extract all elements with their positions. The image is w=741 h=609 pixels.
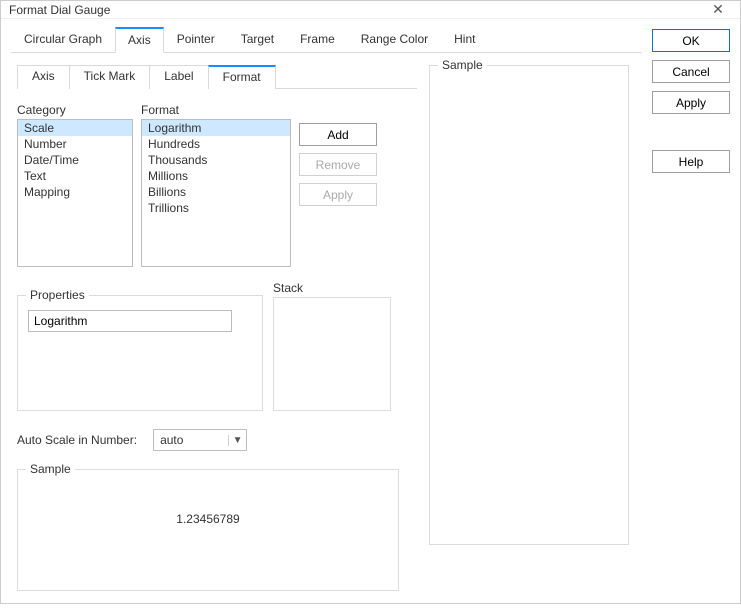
- sample-right-group: Sample: [429, 65, 629, 545]
- tab-axis[interactable]: Axis: [115, 27, 164, 53]
- list-item[interactable]: Millions: [142, 168, 290, 184]
- tab-circular-graph[interactable]: Circular Graph: [11, 27, 115, 52]
- stack-label: Stack: [273, 281, 391, 295]
- tab-content: AxisTick MarkLabelFormat Category ScaleN…: [11, 53, 642, 597]
- properties-input[interactable]: [28, 310, 232, 332]
- help-button[interactable]: Help: [652, 150, 730, 173]
- tab-target[interactable]: Target: [228, 27, 287, 52]
- tab-range-color[interactable]: Range Color: [348, 27, 441, 52]
- close-icon[interactable]: ✕: [704, 1, 732, 18]
- category-label: Category: [17, 103, 133, 117]
- format-label: Format: [141, 103, 291, 117]
- subtab-format[interactable]: Format: [208, 65, 276, 89]
- sample-right-legend: Sample: [438, 58, 487, 72]
- format-listbox[interactable]: LogarithmHundredsThousandsMillionsBillio…: [141, 119, 291, 267]
- chevron-down-icon: ▼: [228, 435, 246, 446]
- apply-button[interactable]: Apply: [652, 91, 730, 114]
- stack-listbox[interactable]: [273, 297, 391, 411]
- sub-tab-strip: AxisTick MarkLabelFormat: [17, 65, 417, 89]
- list-item[interactable]: Date/Time: [18, 152, 132, 168]
- auto-scale-label: Auto Scale in Number:: [17, 433, 137, 447]
- list-item[interactable]: Scale: [18, 120, 132, 136]
- tab-hint[interactable]: Hint: [441, 27, 488, 52]
- list-item[interactable]: Logarithm: [142, 120, 290, 136]
- right-column: Sample: [429, 61, 636, 591]
- list-item[interactable]: Hundreds: [142, 136, 290, 152]
- properties-legend: Properties: [26, 288, 89, 302]
- button-bar: OK Cancel Apply Help: [652, 29, 730, 597]
- ok-button[interactable]: OK: [652, 29, 730, 52]
- list-item[interactable]: Trillions: [142, 200, 290, 216]
- apply-list-button[interactable]: Apply: [299, 183, 377, 206]
- auto-scale-select[interactable]: auto ▼: [153, 429, 247, 451]
- sample-local-value: 1.23456789: [28, 512, 388, 526]
- tab-frame[interactable]: Frame: [287, 27, 348, 52]
- lists-row: Category ScaleNumberDate/TimeTextMapping…: [17, 103, 417, 267]
- sample-local-legend: Sample: [26, 462, 75, 476]
- auto-scale-row: Auto Scale in Number: auto ▼: [17, 429, 417, 451]
- sample-local-group: Sample 1.23456789: [17, 469, 399, 591]
- window-title: Format Dial Gauge: [9, 3, 110, 17]
- category-listbox[interactable]: ScaleNumberDate/TimeTextMapping: [17, 119, 133, 267]
- dialog-body: Circular GraphAxisPointerTargetFrameRang…: [1, 19, 740, 609]
- list-item[interactable]: Thousands: [142, 152, 290, 168]
- add-button[interactable]: Add: [299, 123, 377, 146]
- subtab-label[interactable]: Label: [149, 65, 208, 89]
- list-item[interactable]: Billions: [142, 184, 290, 200]
- list-item[interactable]: Text: [18, 168, 132, 184]
- left-column: AxisTick MarkLabelFormat Category ScaleN…: [17, 61, 417, 591]
- subtab-tick-mark[interactable]: Tick Mark: [69, 65, 151, 89]
- properties-group: Properties: [17, 295, 263, 411]
- remove-button[interactable]: Remove: [299, 153, 377, 176]
- subtab-axis[interactable]: Axis: [17, 65, 70, 89]
- title-bar: Format Dial Gauge ✕: [1, 1, 740, 19]
- list-item[interactable]: Number: [18, 136, 132, 152]
- category-block: Category ScaleNumberDate/TimeTextMapping: [17, 103, 133, 267]
- auto-scale-value: auto: [154, 433, 228, 447]
- format-block: Format LogarithmHundredsThousandsMillion…: [141, 103, 291, 267]
- list-button-column: Add Remove Apply: [299, 123, 377, 267]
- list-item[interactable]: Mapping: [18, 184, 132, 200]
- top-tab-strip: Circular GraphAxisPointerTargetFrameRang…: [11, 27, 642, 53]
- main-panel: Circular GraphAxisPointerTargetFrameRang…: [11, 27, 642, 597]
- cancel-button[interactable]: Cancel: [652, 60, 730, 83]
- tab-pointer[interactable]: Pointer: [164, 27, 228, 52]
- props-stack-row: Properties Stack: [17, 281, 417, 411]
- dialog-window: Format Dial Gauge ✕ Circular GraphAxisPo…: [0, 0, 741, 604]
